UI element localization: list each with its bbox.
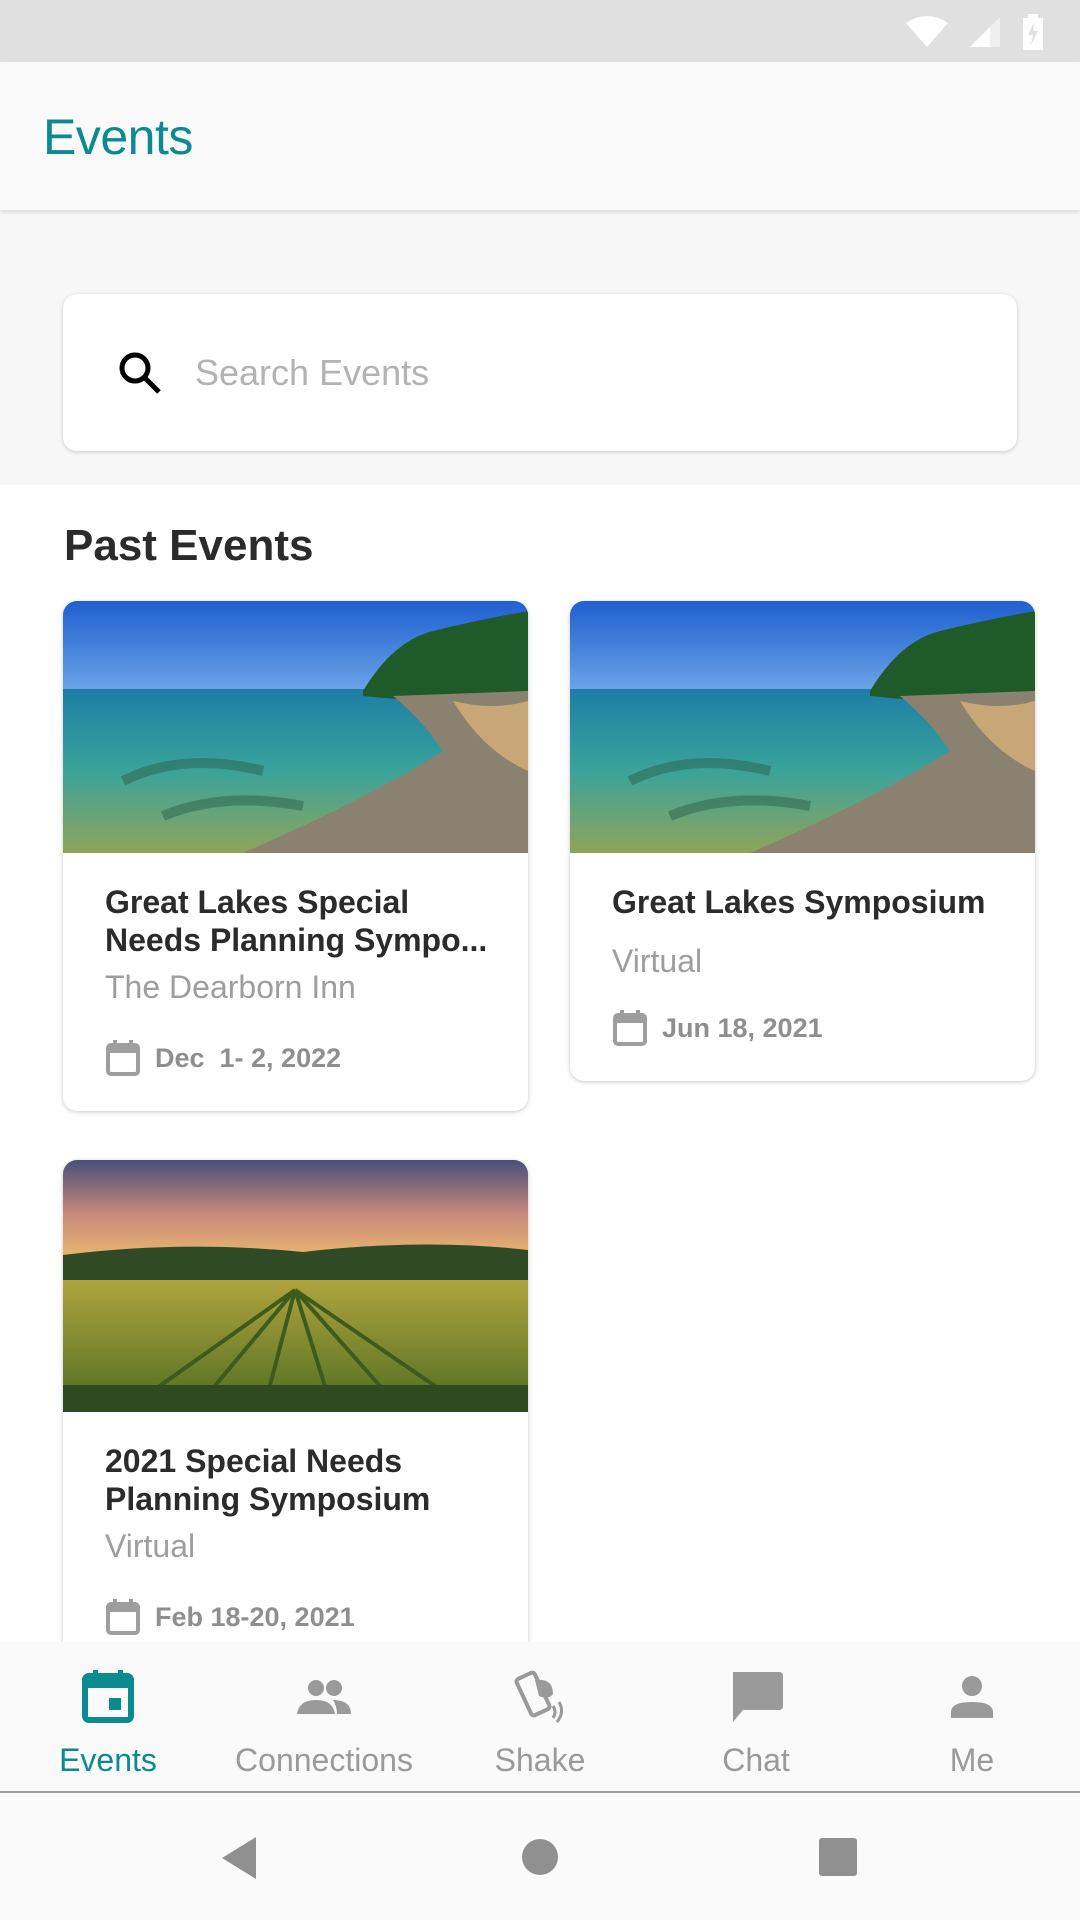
nav-label: Shake [494,1742,586,1778]
event-date: Dec 1- 2, 2022 [155,1042,342,1073]
search-section [0,210,1080,485]
event-location: Virtual [105,1528,196,1564]
event-image-lake [63,601,528,853]
shake-phone-icon [514,1670,564,1723]
nav-label: Chat [722,1742,790,1778]
home-button[interactable] [520,1835,560,1875]
page-title: Events [43,109,193,165]
events-list: Past Events Great Lakes Special Needs Pl… [0,485,1080,1642]
search-icon [119,352,161,394]
nav-tab-shake[interactable]: Shake [432,1642,648,1791]
nav-tab-me[interactable]: Me [864,1642,1080,1791]
nav-label: Events [59,1742,157,1778]
event-title: 2021 Special Needs Planning Symposium [105,1443,431,1517]
event-card[interactable]: Great Lakes Symposium Virtual Jun 18, 20… [570,601,1035,1081]
chat-icon [733,1672,783,1722]
wifi-icon [906,16,948,47]
nav-tab-chat[interactable]: Chat [648,1642,864,1791]
person-icon [951,1676,993,1718]
bottom-navigation: Events Connections Shake Chat Me [0,1642,1080,1793]
system-navigation-bar [0,1793,1080,1920]
calendar-icon [613,1010,647,1046]
nav-tab-events[interactable]: Events [0,1642,216,1791]
battery-charging-icon [1023,14,1043,50]
status-bar [0,0,1080,62]
event-image-vineyard [63,1160,528,1412]
back-button[interactable] [218,1835,260,1881]
nav-tab-connections[interactable]: Connections [216,1642,432,1791]
people-icon [297,1680,351,1714]
event-date: Jun 18, 2021 [662,1012,823,1043]
event-title: Great Lakes Symposium [612,884,986,920]
event-date: Feb 18-20, 2021 [155,1601,355,1632]
event-image-lake [570,601,1035,853]
section-title: Past Events [64,521,314,570]
event-card[interactable]: 2021 Special Needs Planning Symposium Vi… [63,1160,528,1642]
calendar-icon [106,1040,140,1076]
nav-label: Connections [235,1742,413,1778]
app-header: Events [0,62,1080,210]
calendar-icon [82,1670,134,1723]
search-input[interactable] [195,351,975,394]
cell-signal-icon [970,17,1000,47]
event-title: Great Lakes Special Needs Planning Sympo… [105,884,488,958]
search-bar[interactable] [63,294,1017,451]
recents-button[interactable] [818,1835,858,1877]
calendar-icon [106,1599,140,1635]
nav-label: Me [949,1742,995,1778]
event-location: Virtual [612,943,703,979]
event-location: The Dearborn Inn [105,969,356,1005]
event-card[interactable]: Great Lakes Special Needs Planning Sympo… [63,601,528,1111]
